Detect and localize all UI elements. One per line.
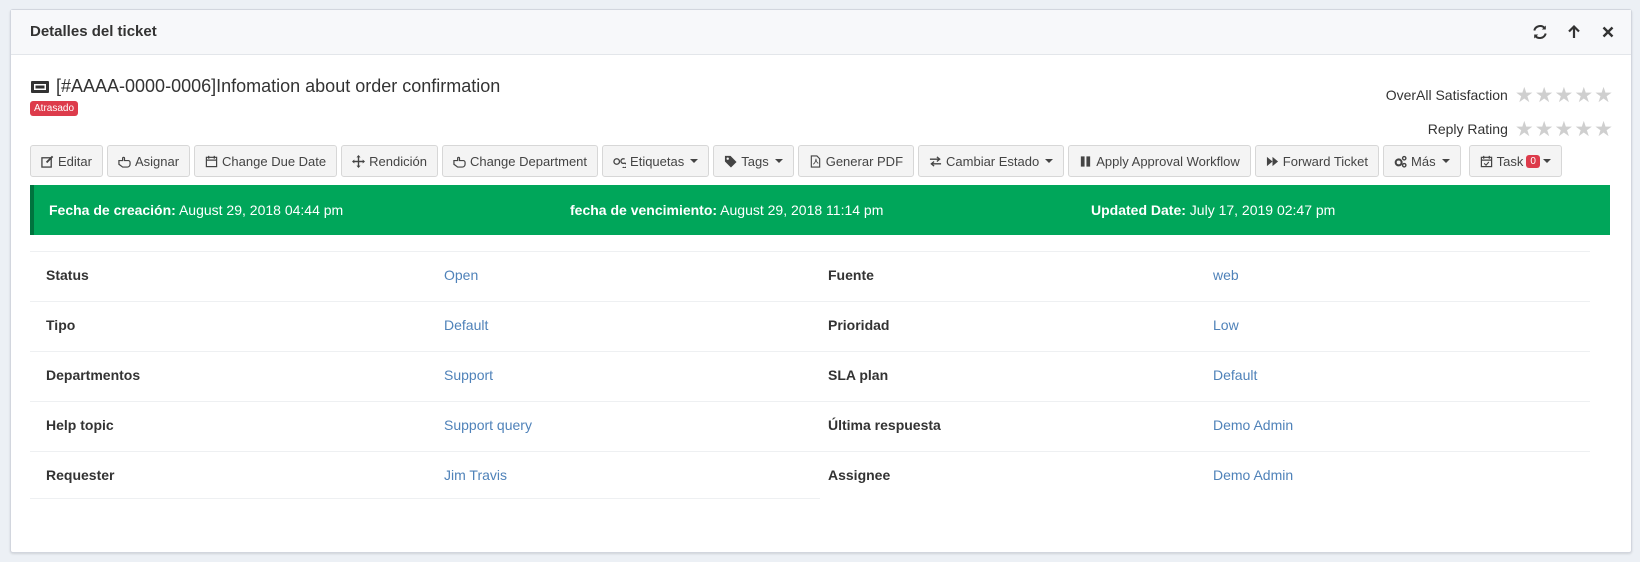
pdf-icon	[810, 154, 820, 168]
type-value-link[interactable]: Default	[444, 317, 488, 333]
labels-dropdown-button[interactable]: Etiquetas	[602, 145, 710, 177]
department-value-link[interactable]: Support	[444, 367, 493, 383]
sla-plan-value-link[interactable]: Default	[1213, 367, 1257, 383]
chevron-down-icon	[1045, 159, 1054, 163]
chevron-down-icon	[1441, 159, 1450, 163]
field-label: Fuente	[828, 267, 874, 283]
chevron-down-icon	[774, 159, 783, 163]
overall-satisfaction-stars[interactable]: ★ ★ ★ ★ ★	[1514, 85, 1613, 106]
table-row: Tipo Default	[30, 301, 820, 349]
ticket-title-row: [#AAAA-0000-0006]Infomation about order …	[30, 76, 500, 97]
field-label: SLA plan	[828, 367, 889, 383]
forward-ticket-button[interactable]: Forward Ticket	[1254, 145, 1380, 177]
ticket-icon	[31, 80, 49, 93]
table-row: SLA plan Default	[820, 351, 1590, 399]
star-icon[interactable]: ★	[1574, 85, 1593, 106]
assign-button[interactable]: Asignar	[106, 145, 191, 177]
label-icon	[613, 157, 627, 168]
task-dropdown-button[interactable]: Task 0	[1468, 145, 1562, 177]
field-label: Status	[46, 267, 89, 283]
table-row: Fuente web	[820, 251, 1590, 299]
panel-tools	[1531, 23, 1617, 41]
table-row: Help topic Support query	[30, 401, 820, 449]
creation-date: Fecha de creación: August 29, 2018 04:44…	[49, 202, 344, 218]
ticket-details-panel: Detalles del ticket [#AAAA-0000-0006]Inf…	[10, 9, 1632, 553]
change-due-date-button[interactable]: Change Due Date	[194, 145, 338, 177]
surrender-button[interactable]: Rendición	[341, 145, 438, 177]
assignee-value-link[interactable]: Demo Admin	[1213, 467, 1293, 483]
help-topic-value-link[interactable]: Support query	[444, 417, 532, 433]
star-icon[interactable]: ★	[1555, 85, 1574, 106]
due-date: fecha de vencimiento: August 29, 2018 11…	[570, 202, 884, 218]
requester-value-link[interactable]: Jim Travis	[444, 467, 507, 483]
field-label: Tipo	[46, 317, 76, 333]
priority-value-link[interactable]: Low	[1213, 317, 1239, 333]
reply-rating-stars[interactable]: ★ ★ ★ ★ ★	[1514, 119, 1613, 140]
change-department-button[interactable]: Change Department	[441, 145, 599, 177]
star-icon[interactable]: ★	[1515, 85, 1534, 106]
ratings: OverAll Satisfaction ★ ★ ★ ★ ★ Reply Rating …	[1386, 78, 1613, 146]
apply-approval-workflow-button[interactable]: Apply Approval Workflow	[1068, 145, 1251, 177]
close-icon[interactable]	[1599, 23, 1617, 41]
tags-dropdown-button[interactable]: Tags	[713, 145, 794, 177]
tag-icon	[725, 155, 737, 168]
arrow-up-icon[interactable]	[1565, 23, 1583, 41]
hand-pointer-icon	[453, 156, 466, 168]
field-label: Help topic	[46, 417, 114, 433]
edit-button[interactable]: Editar	[30, 145, 103, 177]
overall-satisfaction-label: OverAll Satisfaction	[1385, 87, 1508, 103]
chevron-down-icon	[1542, 159, 1551, 163]
refresh-icon[interactable]	[1531, 23, 1549, 41]
last-response-value-link[interactable]: Demo Admin	[1213, 417, 1293, 433]
table-row: Prioridad Low	[820, 301, 1590, 349]
source-value-link[interactable]: web	[1213, 267, 1239, 283]
table-row: Última respuesta Demo Admin	[820, 401, 1590, 449]
updated-date: Updated Date: July 17, 2019 02:47 pm	[1091, 202, 1336, 218]
field-label: Assignee	[828, 467, 891, 483]
pause-icon	[1081, 155, 1091, 167]
field-label: Última respuesta	[828, 417, 941, 433]
star-icon[interactable]: ★	[1555, 119, 1574, 140]
hand-pointer-icon	[118, 156, 131, 168]
field-label: Departmentos	[46, 367, 141, 383]
reply-rating-row: Reply Rating ★ ★ ★ ★ ★	[1386, 112, 1613, 146]
star-icon[interactable]: ★	[1515, 119, 1534, 140]
change-status-dropdown-button[interactable]: Cambiar Estado	[918, 145, 1065, 177]
star-icon[interactable]: ★	[1594, 85, 1613, 106]
gears-icon	[1394, 155, 1407, 168]
star-icon[interactable]: ★	[1574, 119, 1593, 140]
forward-icon	[1266, 156, 1278, 166]
overall-satisfaction-row: OverAll Satisfaction ★ ★ ★ ★ ★	[1386, 78, 1613, 112]
dates-bar: Fecha de creación: August 29, 2018 04:44…	[30, 185, 1610, 235]
ticket-toolbar: Editar Asignar Change Due Date Rendición…	[30, 145, 1566, 177]
exchange-icon	[929, 155, 942, 167]
generate-pdf-button[interactable]: Generar PDF	[797, 145, 915, 177]
field-label: Prioridad	[828, 317, 890, 333]
move-icon	[352, 154, 366, 168]
ticket-heading: [#AAAA-0000-0006]Infomation about order …	[30, 76, 500, 116]
edit-icon	[41, 155, 54, 168]
star-icon[interactable]: ★	[1594, 119, 1613, 140]
status-value-link[interactable]: Open	[444, 267, 478, 283]
panel-header: Detalles del ticket	[11, 10, 1631, 55]
calendar-icon	[205, 155, 218, 167]
calendar-check-icon	[1480, 155, 1492, 167]
task-count-badge: 0	[1526, 154, 1540, 168]
table-row: Status Open	[30, 251, 820, 299]
table-row: Requester Jim Travis	[30, 451, 820, 499]
panel-title: Detalles del ticket	[30, 23, 157, 40]
reply-rating-label: Reply Rating	[1427, 121, 1508, 137]
chevron-down-icon	[690, 159, 699, 163]
status-badge: Atrasado	[30, 101, 79, 116]
field-label: Requester	[46, 467, 115, 483]
ticket-title: [#AAAA-0000-0006]Infomation about order …	[56, 76, 501, 96]
star-icon[interactable]: ★	[1535, 119, 1554, 140]
star-icon[interactable]: ★	[1535, 85, 1554, 106]
table-row: Assignee Demo Admin	[820, 451, 1590, 499]
table-row: Departmentos Support	[30, 351, 820, 399]
more-dropdown-button[interactable]: Más	[1383, 145, 1461, 177]
